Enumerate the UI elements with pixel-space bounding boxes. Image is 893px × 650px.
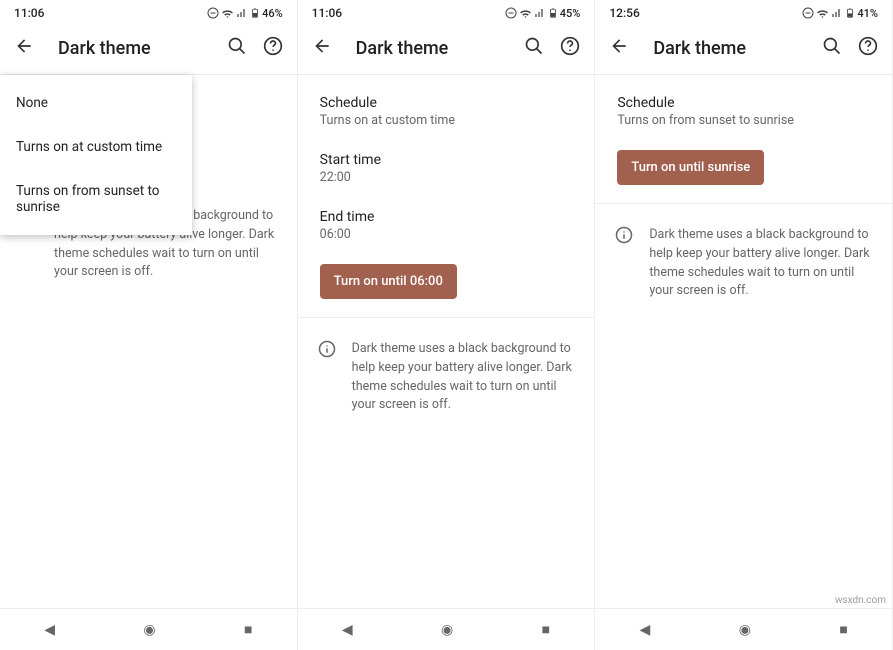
status-bar: 11:06 45% [298, 0, 595, 24]
nav-home-icon[interactable]: ◉ [739, 622, 751, 638]
content-area: None Turns on at custom time Turns on fr… [0, 75, 297, 608]
back-icon[interactable] [312, 36, 332, 60]
signal-icon [831, 7, 843, 19]
app-bar: Dark theme [298, 24, 595, 75]
nav-home-icon[interactable]: ◉ [441, 622, 453, 638]
nav-back-icon[interactable]: ◀ [44, 622, 55, 638]
info-text: Dark theme uses a black background to he… [649, 226, 872, 301]
status-icons: 46% [207, 6, 283, 20]
schedule-label: Schedule [320, 95, 573, 111]
wifi-icon [519, 7, 532, 20]
content-area: Schedule Turns on at custom time Start t… [298, 75, 595, 608]
info-row: Dark theme uses a black background to he… [595, 212, 892, 315]
search-icon[interactable] [524, 36, 544, 60]
schedule-value: Turns on at custom time [320, 113, 573, 128]
info-icon [318, 340, 336, 358]
status-icons: 41% [802, 6, 878, 20]
battery-icon [548, 6, 558, 20]
end-time-label: End time [320, 209, 573, 225]
dnd-icon [505, 7, 517, 19]
schedule-item[interactable]: Schedule Turns on at custom time [298, 83, 595, 140]
end-time-item[interactable]: End time 06:00 [298, 197, 595, 254]
dnd-icon [802, 7, 814, 19]
info-row: Dark theme uses a black background to he… [298, 326, 595, 429]
back-icon[interactable] [609, 36, 629, 60]
menu-option-none[interactable]: None [0, 81, 192, 125]
nav-bar: ◀ ◉ ■ [595, 608, 892, 650]
start-time-label: Start time [320, 152, 573, 168]
nav-recent-icon[interactable]: ■ [244, 621, 252, 638]
phone-screen-1: 11:06 46% Dark theme None Turns on at cu… [0, 0, 298, 650]
status-icons: 45% [505, 6, 581, 20]
help-icon[interactable] [263, 36, 283, 60]
nav-back-icon[interactable]: ◀ [342, 622, 353, 638]
divider [595, 203, 892, 204]
search-icon[interactable] [822, 36, 842, 60]
nav-back-icon[interactable]: ◀ [640, 622, 651, 638]
page-title: Dark theme [356, 38, 507, 59]
help-icon[interactable] [858, 36, 878, 60]
battery-text: 41% [857, 7, 878, 20]
wifi-icon [221, 7, 234, 20]
page-title: Dark theme [653, 38, 804, 59]
menu-option-custom[interactable]: Turns on at custom time [0, 125, 192, 169]
turn-on-button[interactable]: Turn on until 06:00 [320, 264, 457, 299]
nav-home-icon[interactable]: ◉ [143, 622, 155, 638]
schedule-menu: None Turns on at custom time Turns on fr… [0, 75, 192, 235]
app-bar: Dark theme [0, 24, 297, 75]
info-text: Dark theme uses a black background to he… [352, 340, 575, 415]
battery-icon [250, 6, 260, 20]
clock: 11:06 [312, 6, 342, 20]
watermark: wsxdn.com [835, 595, 886, 606]
status-bar: 11:06 46% [0, 0, 297, 24]
divider [298, 317, 595, 318]
page-title: Dark theme [58, 38, 209, 59]
phone-screen-3: 12:56 41% Dark theme Schedule Turns on f… [595, 0, 893, 650]
start-time-value: 22:00 [320, 170, 573, 185]
signal-icon [534, 7, 546, 19]
back-icon[interactable] [14, 36, 34, 60]
start-time-item[interactable]: Start time 22:00 [298, 140, 595, 197]
dnd-icon [207, 7, 219, 19]
phone-screen-2: 11:06 45% Dark theme Schedule Turns on a… [298, 0, 596, 650]
menu-option-sunset[interactable]: Turns on from sunset to sunrise [0, 169, 192, 229]
battery-text: 45% [560, 7, 581, 20]
search-icon[interactable] [227, 36, 247, 60]
clock: 12:56 [609, 6, 639, 20]
nav-recent-icon[interactable]: ■ [542, 621, 550, 638]
status-bar: 12:56 41% [595, 0, 892, 24]
info-icon [615, 226, 633, 244]
nav-bar: ◀ ◉ ■ [0, 608, 297, 650]
battery-icon [845, 6, 855, 20]
app-bar: Dark theme [595, 24, 892, 75]
schedule-label: Schedule [617, 95, 870, 111]
wifi primär-icon [816, 7, 829, 20]
end-time-value: 06:00 [320, 227, 573, 242]
schedule-value: Turns on from sunset to sunrise [617, 113, 870, 128]
content-area: Schedule Turns on from sunset to sunrise… [595, 75, 892, 608]
turn-on-button[interactable]: Turn on until sunrise [617, 150, 764, 185]
schedule-item[interactable]: Schedule Turns on from sunset to sunrise [595, 83, 892, 140]
signal-icon [236, 7, 248, 19]
help-icon[interactable] [560, 36, 580, 60]
battery-text: 46% [262, 7, 283, 20]
nav-bar: ◀ ◉ ■ [298, 608, 595, 650]
nav-recent-icon[interactable]: ■ [839, 621, 847, 638]
clock: 11:06 [14, 6, 44, 20]
